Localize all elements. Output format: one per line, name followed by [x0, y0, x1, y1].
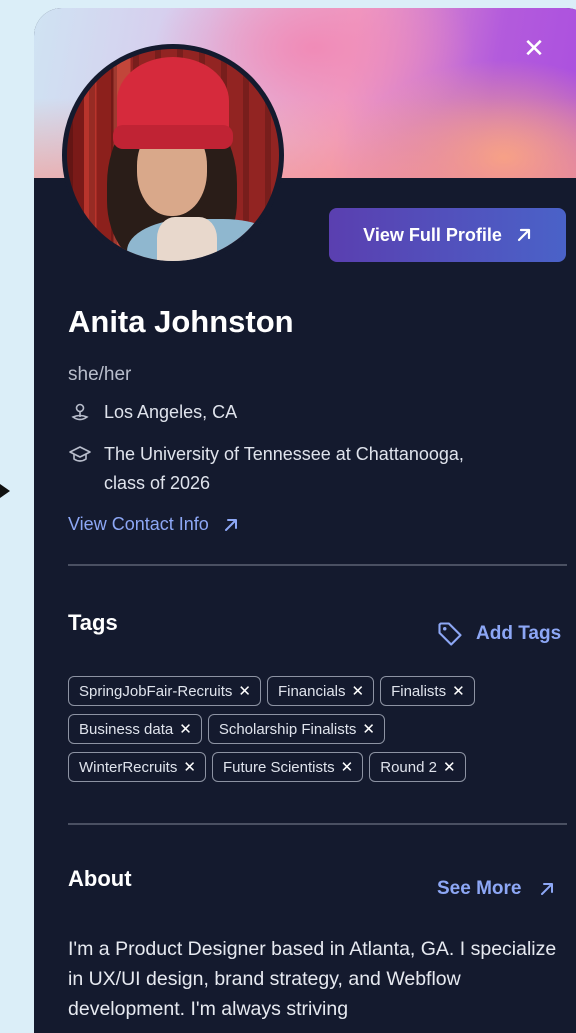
remove-tag-icon[interactable]: ✕: [341, 758, 354, 776]
graduation-cap-icon: [69, 446, 91, 462]
tag-label: Financials: [277, 682, 346, 700]
tag-label: Future Scientists: [222, 758, 335, 776]
tag-chip: Financials ✕: [266, 676, 375, 706]
pointer-arrow-icon: [0, 484, 10, 498]
arrow-up-right-icon: [541, 883, 554, 895]
tag-label: Round 2: [380, 758, 437, 776]
divider: [68, 564, 567, 566]
location-text: Los Angeles, CA: [104, 402, 238, 422]
avatar-photo: [67, 49, 279, 261]
arrow-up-right-icon: [517, 228, 530, 242]
tag-chip: Future Scientists ✕: [211, 752, 364, 782]
remove-tag-icon[interactable]: ✕: [352, 682, 365, 700]
view-contact-info-label: View Contact Info: [68, 514, 209, 534]
about-text: I'm a Product Designer based in Atlanta,…: [68, 938, 557, 1020]
remove-tag-icon[interactable]: ✕: [443, 758, 456, 776]
close-button[interactable]: ✕: [522, 35, 546, 61]
education-line-2: class of 2026: [104, 473, 211, 493]
tag-label: Business data: [79, 720, 174, 738]
location-pin-icon: [71, 403, 89, 421]
view-full-profile-label: View Full Profile: [363, 224, 502, 245]
avatar: [62, 44, 284, 266]
remove-tag-icon[interactable]: ✕: [238, 682, 251, 700]
tag-chip: Business data ✕: [68, 714, 202, 744]
profile-card: ✕ View Full Profile Anita Johnston she/h…: [34, 8, 576, 1033]
education-row: The University of Tennessee at Chattanoo…: [68, 440, 464, 498]
see-more-label: See More: [437, 878, 522, 899]
remove-tag-icon[interactable]: ✕: [183, 758, 196, 776]
tag-row: SpringJobFair-Recruits ✕ Financials ✕ Fina…: [68, 676, 568, 706]
remove-tag-icon[interactable]: ✕: [362, 720, 375, 738]
profile-name: Anita Johnston: [68, 304, 294, 339]
tag-label: Scholarship Finalists: [218, 720, 357, 738]
about-title: About: [68, 866, 132, 891]
tag-chip: Round 2 ✕: [369, 752, 466, 782]
tag-chip: Finalists ✕: [380, 676, 475, 706]
tags-title: Tags: [68, 610, 118, 635]
page: ✕ View Full Profile Anita Johnston she/h…: [0, 0, 576, 1033]
tag-list: SpringJobFair-Recruits ✕ Financials ✕ Fina…: [68, 676, 568, 790]
tag-icon: [438, 622, 462, 646]
add-tags-button[interactable]: Add Tags: [436, 620, 561, 648]
profile-pronouns: she/her: [68, 364, 132, 385]
arrow-up-right-icon: [224, 518, 237, 531]
remove-tag-icon[interactable]: ✕: [179, 720, 192, 738]
view-full-profile-button[interactable]: View Full Profile: [329, 208, 566, 262]
view-contact-info-link[interactable]: View Contact Info: [68, 514, 239, 535]
tag-chip: WinterRecruits ✕: [68, 752, 206, 782]
education-line-1: The University of Tennessee at Chattanoo…: [104, 444, 464, 464]
tag-label: Finalists: [391, 682, 447, 700]
tag-label: SpringJobFair-Recruits: [79, 682, 233, 700]
see-more-link[interactable]: See More: [437, 878, 555, 900]
divider: [68, 823, 567, 825]
tag-label: WinterRecruits: [79, 758, 178, 776]
tag-chip: SpringJobFair-Recruits ✕: [68, 676, 261, 706]
tag-chip: Scholarship Finalists ✕: [207, 714, 385, 744]
tag-row: WinterRecruits ✕ Future Scientists ✕ Round…: [68, 752, 568, 782]
tag-row: Business data ✕ Scholarship Finalists ✕: [68, 714, 568, 744]
remove-tag-icon[interactable]: ✕: [452, 682, 465, 700]
location-row: Los Angeles, CA: [68, 398, 237, 427]
add-tags-label: Add Tags: [476, 623, 562, 644]
